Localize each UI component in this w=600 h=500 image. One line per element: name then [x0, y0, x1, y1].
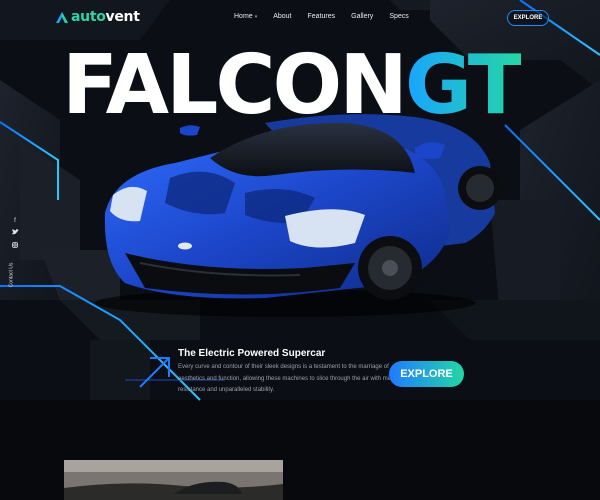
twitter-icon[interactable]	[11, 229, 19, 237]
preview-photo	[64, 460, 283, 500]
main-nav: Home ▾ About Features Gallery Specs	[234, 13, 425, 20]
hero-explore-button[interactable]: EXPLORE	[389, 361, 464, 387]
facebook-icon[interactable]: f	[11, 218, 19, 224]
hero-description: Every curve and contour of their sleek d…	[178, 364, 404, 393]
car-image	[95, 114, 502, 317]
arrow-up-right-icon	[139, 357, 170, 388]
nav-item-gallery[interactable]: Gallery	[351, 13, 373, 20]
nav-item-about[interactable]: About	[273, 13, 291, 20]
nav-item-label: Home	[234, 13, 253, 20]
nav-item-specs[interactable]: Specs	[389, 13, 408, 20]
brand-logo[interactable]: autovent	[56, 9, 140, 25]
social-links: f	[11, 218, 19, 250]
nav-item-home[interactable]: Home ▾	[234, 13, 257, 20]
instagram-icon[interactable]	[11, 242, 19, 250]
hero-subtitle: The Electric Powered Supercar	[178, 348, 326, 359]
logo-prefix: auto	[71, 9, 106, 25]
header-explore-button[interactable]: EXPLORE	[507, 10, 549, 26]
logo-icon	[56, 11, 68, 23]
chevron-down-icon: ▾	[254, 14, 258, 20]
nav-item-features[interactable]: Features	[308, 13, 336, 20]
contact-us-label: Contact Us	[8, 262, 15, 288]
contact-us-link[interactable]: Contact Us	[5, 258, 25, 298]
logo-text: autovent	[71, 9, 140, 25]
logo-suffix: vent	[105, 9, 140, 25]
